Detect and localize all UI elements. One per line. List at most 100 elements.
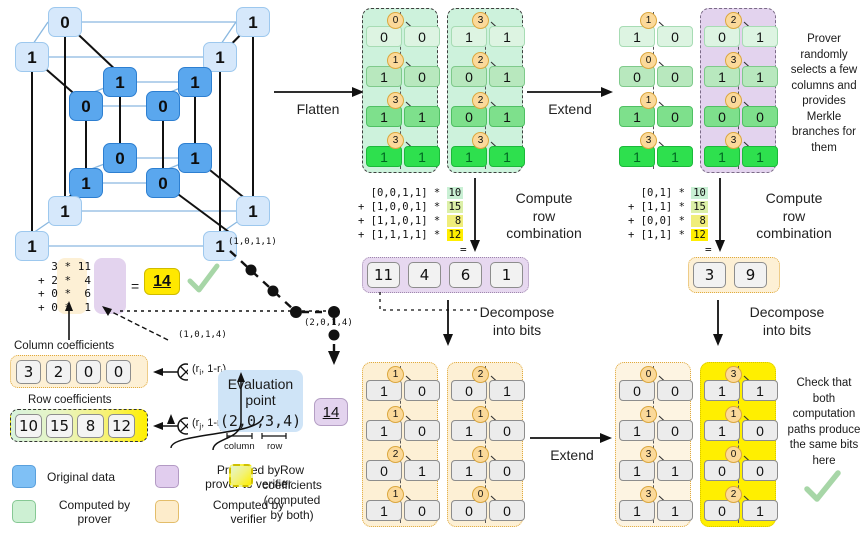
left-result-14: 14 (144, 268, 180, 295)
check-mark-icon (187, 263, 220, 293)
merkle-hash-node: 0 (725, 446, 742, 463)
result-cell: 1 (490, 262, 523, 288)
leaf-value: 1 (619, 420, 655, 441)
hypercube-node: 1 (103, 67, 137, 97)
combination-right-result: 3 9 (688, 257, 780, 293)
legend-label-original-data: Original data (47, 470, 116, 484)
horizontal-dotted-connector (120, 310, 334, 312)
merkle-hash-node: 0 (640, 52, 657, 69)
leaf-value: 1 (451, 460, 487, 481)
merkle-hash-node: 0 (472, 486, 489, 503)
merkle-hash-node: 1 (640, 406, 657, 423)
hypercube-node: 0 (69, 91, 103, 121)
hypercube-diagram: 0111110001101111 (0, 0, 300, 270)
leaf-value: 0 (657, 380, 693, 401)
leaf-value: 1 (451, 26, 487, 47)
merkle-hash-node: 2 (472, 52, 489, 69)
left-equals-sign: = (131, 278, 140, 294)
leaf-value: 1 (619, 26, 655, 47)
merkle-hash-node: 3 (725, 132, 742, 149)
leaf-value: 1 (704, 66, 740, 87)
check-paths-note: Check that both computation paths produc… (787, 377, 861, 467)
leaf-value: 1 (742, 500, 778, 521)
leaf-value: 1 (742, 380, 778, 401)
leaf-value: 1 (619, 146, 655, 167)
merkle-hash-node: 0 (725, 92, 742, 109)
prover-value-dashed-arrow (102, 306, 169, 341)
leaf-value: 0 (489, 500, 525, 521)
merkle-hash-node: 1 (640, 12, 657, 29)
extend-bottom-label: Extend (550, 447, 594, 463)
compute-row-combination-right-label: Compute row combination (756, 190, 832, 241)
leaf-value: 0 (704, 26, 740, 47)
combination-left-arrow (470, 178, 480, 252)
leaf-value: 1 (704, 380, 740, 401)
merkle-hash-node: 1 (472, 406, 489, 423)
row-coef-cell: 12 (108, 413, 135, 438)
evaluation-result-14: 14 (314, 398, 348, 426)
leaf-value: 0 (742, 420, 778, 441)
leaf-value: 1 (489, 146, 525, 167)
hypercube-node: 1 (69, 168, 103, 198)
leaf-value: 0 (404, 500, 440, 521)
hypercube-node: 1 (178, 143, 212, 173)
leaf-value: 0 (451, 66, 487, 87)
extend-top-arrow (527, 87, 613, 97)
legend-swatch-row-coefficients (229, 464, 253, 487)
leaf-value: 0 (451, 106, 487, 127)
leaf-value: 1 (657, 460, 693, 481)
leaf-value: 0 (489, 420, 525, 441)
merkle-hash-node: 3 (640, 132, 657, 149)
merkle-hash-node: 3 (640, 486, 657, 503)
merkle-hash-node: 2 (472, 366, 489, 383)
leaf-value: 0 (742, 106, 778, 127)
combination-right-arrow (715, 178, 725, 252)
extend-top-label: Extend (548, 101, 592, 117)
leaf-value: 1 (366, 500, 402, 521)
leaf-value: 1 (404, 146, 440, 167)
leaf-value: 0 (366, 26, 402, 47)
combination-right-equals: = (705, 243, 712, 256)
hypercube-node: 1 (236, 7, 270, 37)
leaf-value: 1 (742, 26, 778, 47)
leaf-value: 0 (366, 460, 402, 481)
combination-right-formula: [0,1] * 10 + [1,1] * 15 + [0,0] * 8 + [1… (628, 187, 708, 241)
leaf-value: 0 (704, 460, 740, 481)
legend-swatch-computed-by-verifier (155, 500, 179, 523)
decompose-left-arrow (443, 300, 453, 346)
leaf-value: 0 (619, 380, 655, 401)
leaf-value: 1 (366, 420, 402, 441)
merkle-hash-node: 1 (640, 92, 657, 109)
leaf-value: 1 (704, 420, 740, 441)
leaf-value: 0 (704, 500, 740, 521)
column-coef-cell: 3 (16, 359, 41, 384)
path-label-right: (2,0,1,4) (304, 318, 353, 328)
result-cell: 4 (408, 262, 441, 288)
leaf-value: 1 (404, 106, 440, 127)
compute-row-combination-left-label: Compute row combination (506, 190, 582, 241)
decompose-right-label: Decompose into bits (749, 304, 825, 338)
leaf-value: 1 (489, 380, 525, 401)
merkle-hash-node: 1 (472, 446, 489, 463)
column-coef-cell: 2 (46, 359, 71, 384)
combination-left-result: 11 4 6 1 (362, 257, 529, 293)
merkle-hash-node: 3 (725, 366, 742, 383)
merkle-hash-node: 1 (387, 52, 404, 69)
hypercube-node: 1 (48, 196, 82, 226)
legend-swatch-original-data (12, 465, 36, 488)
prover-selects-note: Prover randomly selects a few columns an… (790, 33, 858, 154)
flatten-arrow (274, 87, 364, 97)
merkle-hash-node: 3 (387, 132, 404, 149)
legend-label-computed-by-prover: Computed by prover (58, 498, 131, 527)
legend-swatch-computed-by-prover (12, 500, 36, 523)
leaf-value: 0 (704, 106, 740, 127)
flatten-label: Flatten (296, 101, 340, 117)
row-coef-cell: 15 (46, 413, 73, 438)
row-coefficients-strip: 10 15 8 12 (10, 409, 148, 442)
merkle-hash-node: 3 (472, 12, 489, 29)
hypercube-node: 1 (15, 231, 49, 261)
column-coef-cell: 0 (106, 359, 131, 384)
merkle-hash-node: 3 (472, 132, 489, 149)
row-coefficients-label: Row coefficients (28, 394, 112, 406)
leaf-value: 1 (619, 460, 655, 481)
